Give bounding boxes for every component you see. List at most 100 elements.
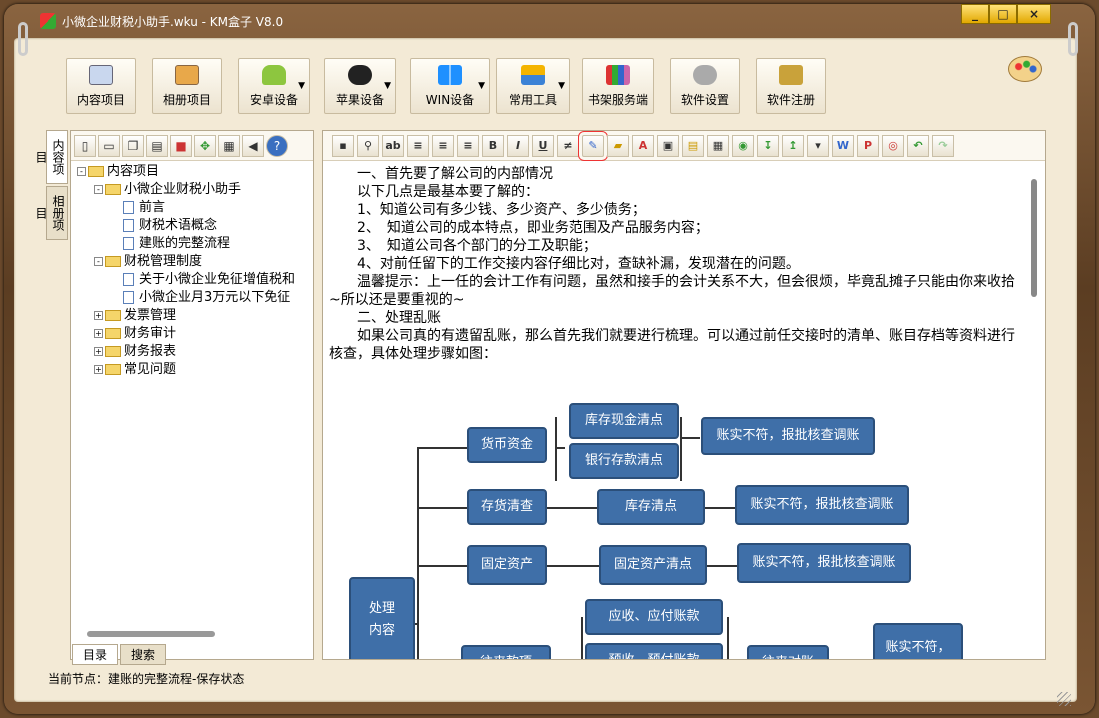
find-icon[interactable]: ⚲: [357, 134, 379, 157]
maximize-button[interactable]: □: [989, 4, 1017, 24]
bookshelf-server-button[interactable]: 书架服务端: [582, 58, 654, 114]
tab-content-project[interactable]: 内容项目: [34, 130, 68, 184]
folder-icon: [105, 346, 121, 357]
tree-node[interactable]: + 财务审计: [73, 325, 311, 343]
collapse-icon[interactable]: -: [94, 185, 103, 194]
minimize-button[interactable]: _: [961, 4, 989, 24]
replace-icon[interactable]: ab: [382, 134, 404, 157]
import-icon[interactable]: ↧: [757, 134, 779, 157]
document-icon: [123, 237, 134, 250]
help-icon[interactable]: ?: [266, 134, 288, 157]
resize-grip-icon[interactable]: [1057, 692, 1071, 706]
tree-node[interactable]: 建账的完整流程: [73, 235, 311, 253]
windows-device-button[interactable]: WIN设备 ▼: [410, 58, 490, 114]
diagram-mismatch-1: 账实不符，报批核查调账: [701, 417, 875, 455]
chevron-down-icon: ▼: [558, 81, 565, 91]
expand-icon[interactable]: +: [94, 347, 103, 356]
tree-node[interactable]: + 发票管理: [73, 307, 311, 325]
tree-node[interactable]: - 财税管理制度: [73, 253, 311, 271]
chevron-down-icon: ▼: [384, 81, 391, 91]
tab-search[interactable]: 搜索: [120, 644, 167, 665]
chevron-down-icon: ▼: [298, 81, 305, 91]
diagram-fixed-check: 固定资产清点: [599, 545, 707, 585]
highlight-icon[interactable]: ✎: [578, 130, 608, 161]
align-left-icon[interactable]: ≡: [407, 134, 429, 157]
folder-icon: [105, 310, 121, 321]
diagram-fixed-assets: 固定资产: [467, 545, 547, 585]
insert-video-icon[interactable]: ▣: [657, 134, 679, 157]
redo-icon[interactable]: ↷: [932, 134, 954, 157]
browser-icon[interactable]: ◎: [882, 134, 904, 157]
album-icon: [175, 65, 199, 85]
palette-icon[interactable]: [1008, 56, 1042, 82]
copy-icon[interactable]: ❐: [122, 134, 144, 157]
tree-node[interactable]: 财税术语概念: [73, 217, 311, 235]
expand-icon[interactable]: +: [94, 329, 103, 338]
collapse-icon[interactable]: -: [77, 167, 86, 176]
tree-node[interactable]: + 财务报表: [73, 343, 311, 361]
book-icon: [89, 65, 113, 85]
software-register-button[interactable]: 软件注册: [756, 58, 826, 114]
open-folder-icon[interactable]: ▭: [98, 134, 120, 157]
bold-icon[interactable]: B: [482, 134, 504, 157]
export-icon[interactable]: ▤: [146, 134, 168, 157]
tree-node[interactable]: 小微企业月3万元以下免征: [73, 289, 311, 307]
tree-node[interactable]: - 内容项目: [73, 163, 311, 181]
publish-icon[interactable]: ▾: [807, 134, 829, 157]
side-tabs: 内容项目 相册项目: [34, 130, 68, 242]
content-line: 二、处理乱账: [329, 310, 441, 326]
insert-folder-icon[interactable]: ▰: [607, 134, 629, 157]
diagram-bank-check: 银行存款清点: [569, 443, 679, 479]
tools-icon: [521, 65, 545, 85]
qrcode-icon[interactable]: ▦: [218, 134, 240, 157]
align-right-icon[interactable]: ≡: [457, 134, 479, 157]
underline-icon[interactable]: U: [532, 134, 554, 157]
tab-catalog[interactable]: 目录: [72, 644, 119, 665]
export-file-icon[interactable]: ↥: [782, 134, 804, 157]
speaker-icon[interactable]: ◀: [242, 134, 264, 157]
document-content[interactable]: 一、首先要了解公司的内部情况 以下几点是最基本要了解的： 1、知道公司有多少钱、…: [329, 165, 1025, 659]
editor-toolbar: ▪ ⚲ ab ≡ ≡ ≡ B I U ≠ ✎ ▰ A ▣ ▤ ▦ ◉ ↧ ↥ ▾…: [323, 130, 1045, 161]
strikethrough-icon[interactable]: ≠: [557, 134, 579, 157]
diagram-inventory-check: 库存清点: [597, 489, 705, 525]
tree-node[interactable]: + 常见问题: [73, 361, 311, 379]
tree-node-label: 财务报表: [124, 344, 177, 359]
tree-node[interactable]: 关于小微企业免征增值税和: [73, 271, 311, 289]
folder-icon: [105, 364, 121, 375]
document-icon: [123, 291, 134, 304]
word-icon[interactable]: W: [832, 134, 854, 157]
font-color-icon[interactable]: A: [632, 134, 654, 157]
editor-vertical-scrollbar[interactable]: [1029, 165, 1039, 651]
common-tools-button[interactable]: 常用工具 ▼: [496, 58, 570, 114]
apple-device-button[interactable]: 苹果设备 ▼: [324, 58, 396, 114]
pdf-icon[interactable]: P: [857, 134, 879, 157]
software-settings-button[interactable]: 软件设置: [670, 58, 740, 114]
content-project-button[interactable]: 内容项目: [66, 58, 136, 114]
insert-image-icon[interactable]: ▤: [682, 134, 704, 157]
new-file-icon[interactable]: ▯: [74, 134, 96, 157]
content-line: 以下几点是最基本要了解的：: [329, 184, 539, 200]
expand-icon[interactable]: +: [94, 311, 103, 320]
expand-icon[interactable]: +: [94, 365, 103, 374]
tab-album-project[interactable]: 相册项目: [34, 186, 68, 240]
undo-icon[interactable]: ↶: [907, 134, 929, 157]
tree-horizontal-scrollbar[interactable]: [75, 629, 307, 639]
album-project-button[interactable]: 相册项目: [152, 58, 222, 114]
save-icon[interactable]: ▪: [332, 134, 354, 157]
status-bar: 当前节点：建账的完整流程-保存状态: [48, 672, 245, 686]
window-title: 小微企业财税小助手.wku - KM盒子 V8.0: [62, 14, 284, 29]
insert-table-icon[interactable]: ▦: [707, 134, 729, 157]
image-icon[interactable]: ■: [170, 134, 192, 157]
insert-link-icon[interactable]: ◉: [732, 134, 754, 157]
collapse-icon[interactable]: -: [94, 257, 103, 266]
tree-node[interactable]: - 小微企业财税小助手: [73, 181, 311, 199]
android-device-button[interactable]: 安卓设备 ▼: [238, 58, 310, 114]
target-icon[interactable]: ✥: [194, 134, 216, 157]
tree-node-label: 前言: [139, 200, 166, 215]
italic-icon[interactable]: I: [507, 134, 529, 157]
close-button[interactable]: ×: [1017, 4, 1051, 24]
tree-node-label: 小微企业财税小助手: [124, 182, 242, 197]
tree-node[interactable]: 前言: [73, 199, 311, 217]
align-center-icon[interactable]: ≡: [432, 134, 454, 157]
tree-node-label: 财税管理制度: [124, 254, 203, 269]
